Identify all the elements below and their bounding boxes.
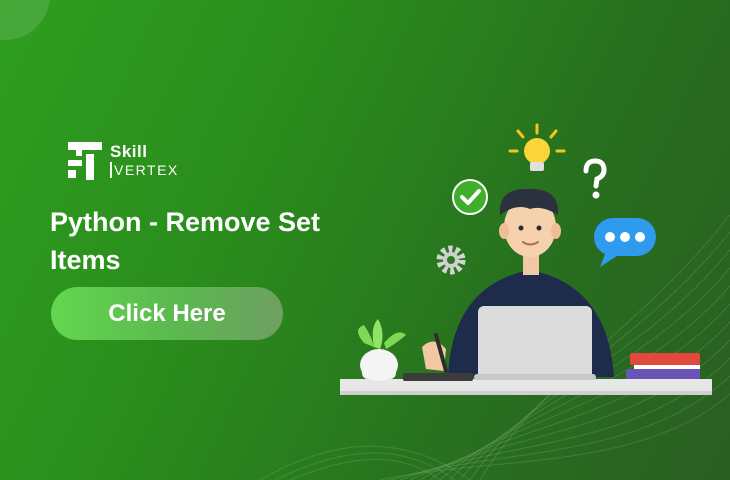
- logo-mark-icon: [68, 142, 102, 180]
- question-mark-icon: [583, 158, 607, 199]
- developer-illustration: [340, 123, 712, 395]
- checkmark-icon: [452, 179, 488, 215]
- lightbulb-icon: [508, 123, 566, 171]
- gear-icon: [436, 245, 466, 275]
- click-here-button[interactable]: Click Here: [51, 287, 283, 340]
- logo-text-skill: Skill: [110, 142, 148, 161]
- chat-bubble-icon: [594, 218, 656, 267]
- banner: Skill VERTEX Python - Remove Set Items C…: [0, 0, 730, 480]
- skill-vertex-logo[interactable]: Skill VERTEX: [64, 140, 184, 184]
- logo-text-vertex: VERTEX: [110, 162, 179, 178]
